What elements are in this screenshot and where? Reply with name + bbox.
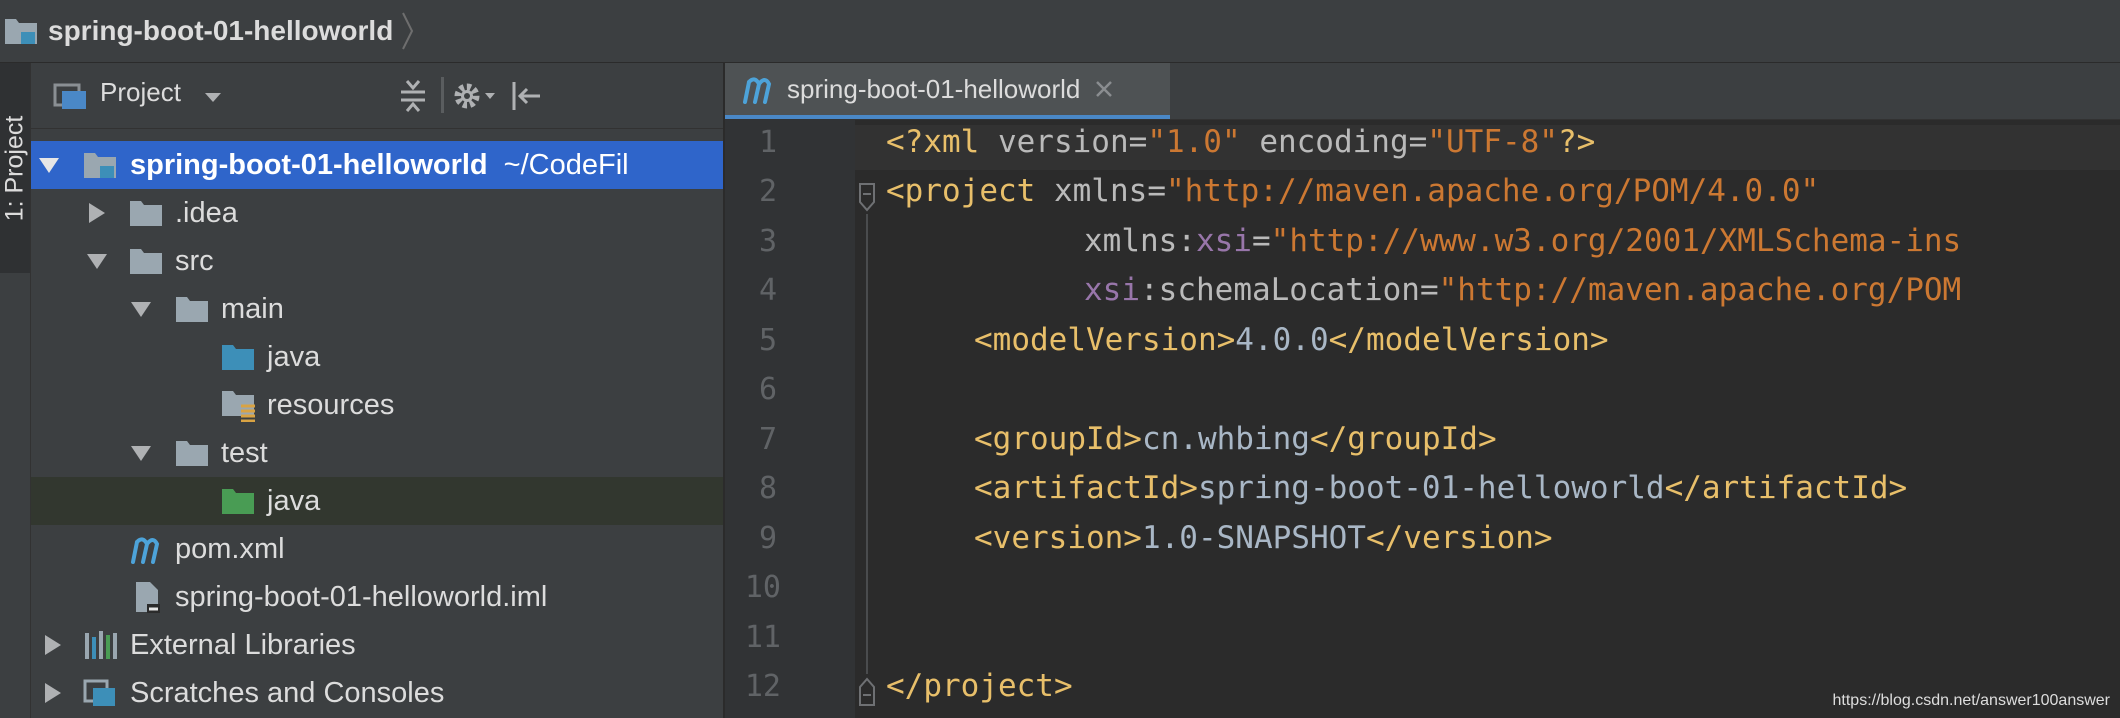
tree-item-label: pom.xml [175, 532, 285, 565]
tree-item-label: spring-boot-01-helloworld.iml [175, 580, 548, 613]
module-folder-icon [84, 153, 116, 178]
chevron-down-icon[interactable] [203, 91, 223, 105]
tree-row-main-java[interactable]: java [31, 333, 723, 381]
chevron-right-icon [402, 12, 414, 50]
code-line-5: <modelVersion>4.0.0</modelVersion> [974, 322, 1609, 358]
code-line-2: <project xmlns="http://maven.apache.org/… [886, 173, 1820, 209]
project-tool-window-label: 1: Project [0, 115, 29, 221]
line-number: 4 [758, 273, 777, 308]
line-number: 6 [758, 372, 777, 407]
tree-row-pom[interactable]: pom.xml [31, 525, 723, 573]
tree-item-label: java [267, 340, 321, 373]
code-line-7: <groupId>cn.whbing</groupId> [974, 421, 1497, 457]
tree-item-label: External Libraries [130, 628, 356, 661]
tree-row-external-libraries[interactable]: External Libraries [31, 621, 723, 669]
expand-arrow-icon[interactable] [129, 443, 153, 463]
editor-tab-pom[interactable]: spring-boot-01-helloworld [725, 63, 1170, 119]
navigation-bar: spring-boot-01-helloworld [0, 0, 2120, 63]
folder-icon [130, 201, 162, 226]
tree-row-main[interactable]: main [31, 285, 723, 333]
tree-item-label: java [267, 484, 321, 517]
watermark: https://blog.csdn.net/answer100answer [1832, 692, 2111, 709]
line-number: 5 [758, 323, 777, 358]
collapsed-arrow-icon[interactable] [43, 681, 63, 705]
tree-row-module-root[interactable]: spring-boot-01-helloworld ~/CodeFil [31, 141, 723, 189]
module-folder-icon [5, 19, 37, 44]
gear-icon[interactable] [451, 77, 499, 115]
tree-item-label: .idea [175, 196, 238, 229]
folder-icon [130, 249, 162, 274]
tree-row-idea[interactable]: .idea [31, 189, 723, 237]
line-number: 9 [758, 521, 777, 556]
close-icon[interactable] [1094, 79, 1114, 99]
tree-row-scratches[interactable]: Scratches and Consoles [31, 669, 723, 717]
module-file-icon [136, 582, 160, 613]
maven-m-icon [743, 77, 772, 104]
test-folder-icon [222, 489, 254, 514]
line-number: 8 [758, 471, 777, 506]
project-panel-header: Project [31, 63, 723, 129]
code-editor[interactable]: 1 2 3 4 5 6 7 8 9 10 11 12 <?xml version… [725, 120, 2120, 718]
line-number: 1 [758, 125, 777, 160]
left-tool-window-strip: 1: Project [0, 63, 31, 718]
project-tool-window-button[interactable]: 1: Project [0, 63, 30, 273]
line-number: 12 [744, 669, 781, 704]
scratches-icon [83, 679, 115, 706]
code-line-9: <version>1.0-SNAPSHOT</version> [974, 520, 1553, 556]
fold-marker-icon[interactable] [857, 677, 877, 707]
fold-marker-icon[interactable] [857, 182, 877, 212]
collapsed-arrow-icon[interactable] [43, 633, 63, 657]
folder-icon [176, 441, 208, 466]
collapsed-arrow-icon[interactable] [87, 201, 107, 225]
line-number: 10 [744, 570, 781, 605]
tree-item-label: test [221, 436, 268, 469]
fold-guide-line [866, 214, 868, 674]
expand-arrow-icon[interactable] [129, 299, 153, 319]
tab-label: spring-boot-01-helloworld [787, 73, 1081, 104]
expand-arrow-icon[interactable] [85, 251, 109, 271]
tree-item-label: src [175, 244, 214, 277]
project-tool-window: Project spring-boot-01-helloworld ~/Code… [31, 63, 723, 718]
tree-row-iml[interactable]: spring-boot-01-helloworld.iml [31, 573, 723, 621]
tree-row-resources[interactable]: resources [31, 381, 723, 429]
tree-item-label: Scratches and Consoles [130, 676, 445, 709]
code-line-12: </project> [886, 668, 1073, 704]
line-number: 2 [758, 174, 777, 209]
tree-item-label: resources [267, 388, 395, 421]
tree-row-test-java[interactable]: java [31, 477, 723, 525]
tree-row-test[interactable]: test [31, 429, 723, 477]
breadcrumb-project-name[interactable]: spring-boot-01-helloworld [48, 15, 393, 47]
resources-folder-icon [222, 391, 255, 422]
view-selector-label[interactable]: Project [100, 77, 181, 108]
line-number: 3 [758, 224, 777, 259]
line-number: 11 [744, 620, 781, 655]
code-line-8: <artifactId>spring-boot-01-helloworld</a… [974, 470, 1908, 506]
libraries-icon [85, 631, 117, 659]
source-folder-icon [222, 345, 254, 370]
module-name: spring-boot-01-helloworld [130, 148, 488, 181]
editor-tab-bar: spring-boot-01-helloworld [725, 63, 2120, 120]
header-separator [441, 77, 444, 113]
breadcrumb[interactable]: spring-boot-01-helloworld [4, 0, 415, 62]
hide-panel-icon[interactable] [509, 77, 545, 115]
tree-item-label: main [221, 292, 284, 325]
expand-arrow-icon[interactable] [37, 155, 61, 175]
code-line-4: xsi:schemaLocation="http://maven.apache.… [1084, 272, 1962, 308]
code-line-3: xmlns:xsi="http://www.w3.org/2001/XMLSch… [1084, 223, 1962, 259]
line-number: 7 [758, 422, 777, 457]
code-line-1: <?xml version="1.0" encoding="UTF-8"?> [886, 124, 1596, 160]
collapse-all-icon[interactable] [397, 77, 429, 115]
maven-m-icon [131, 537, 160, 564]
module-path: ~/CodeFil [503, 148, 629, 181]
tree-row-src[interactable]: src [31, 237, 723, 285]
project-view-icon [53, 83, 86, 109]
folder-icon [176, 297, 208, 322]
